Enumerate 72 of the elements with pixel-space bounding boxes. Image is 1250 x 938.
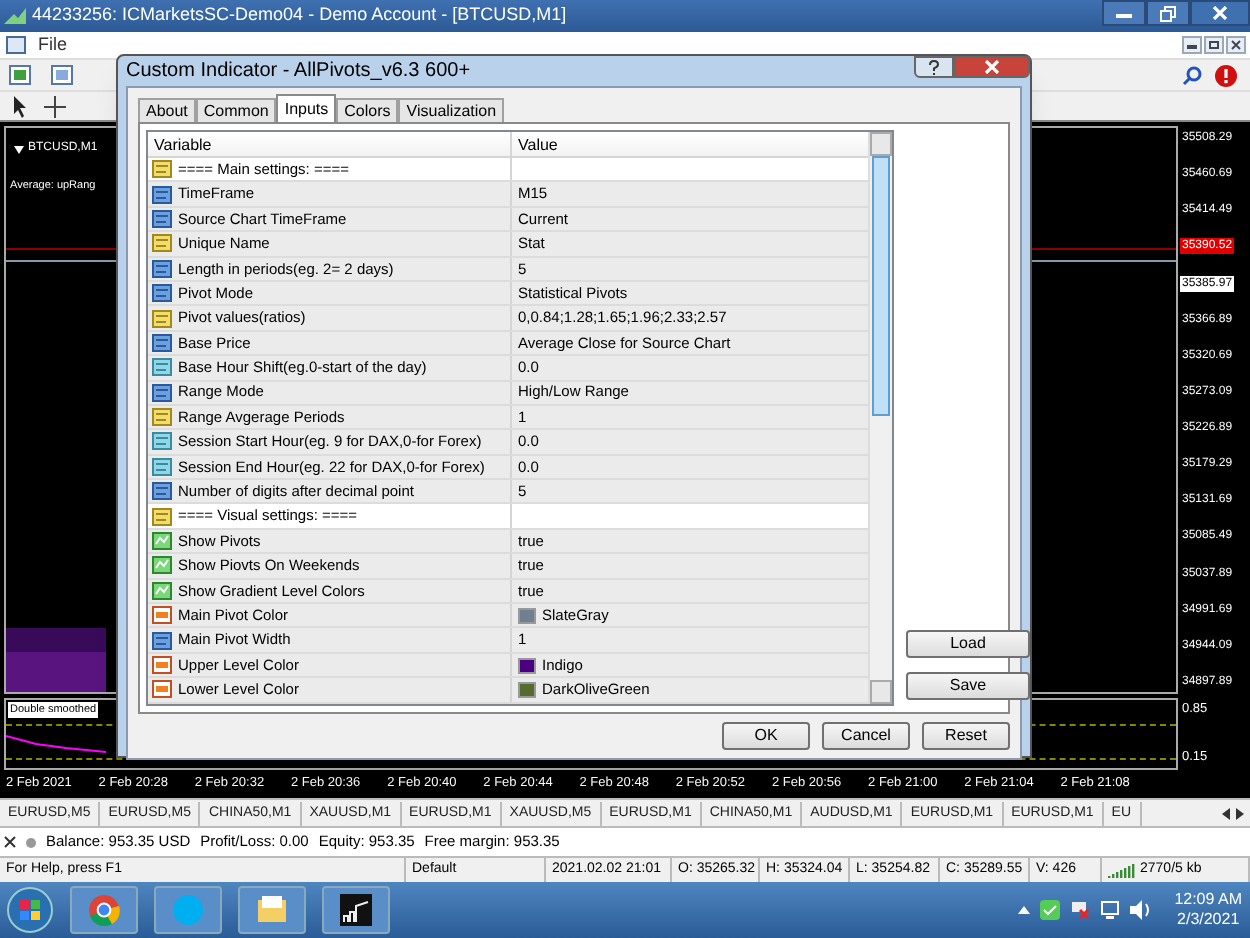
restore-icon[interactable] — [1204, 36, 1224, 54]
load-button[interactable]: Load — [906, 630, 1030, 658]
number-type-icon — [152, 631, 172, 650]
network-icon[interactable] — [1100, 900, 1121, 920]
minimize-button[interactable] — [1102, 0, 1146, 26]
list-type-icon — [152, 383, 172, 402]
column-header[interactable]: Variable — [148, 132, 512, 156]
clock-time[interactable]: 12:09 AM — [1174, 890, 1242, 910]
dialog-tab[interactable]: Colors — [336, 98, 399, 122]
window-title: 44233256: ICMarketsSC-Demo04 - Demo Account - [BTCUSD,M1] — [32, 2, 567, 29]
help-button[interactable] — [914, 56, 954, 78]
decimal-type-icon — [152, 457, 172, 476]
close-icon[interactable] — [4, 836, 16, 848]
ok-button[interactable]: OK — [722, 722, 810, 750]
close-button[interactable] — [1190, 0, 1250, 26]
column-header[interactable]: Value — [512, 132, 868, 156]
chart-type-icon — [152, 556, 172, 575]
folder-taskbar-icon[interactable] — [238, 886, 306, 934]
text-type-icon — [152, 309, 172, 328]
decimal-type-icon — [152, 358, 172, 377]
app-logo-icon — [4, 8, 26, 24]
number-type-icon — [152, 482, 172, 501]
dialog-tab[interactable]: Visualization — [398, 98, 505, 122]
profiles-icon[interactable] — [50, 63, 76, 87]
dialog-tab[interactable]: Common — [195, 98, 277, 122]
speaker-icon[interactable] — [1130, 900, 1153, 920]
list-type-icon — [152, 284, 172, 303]
dialog-tab[interactable]: About — [138, 98, 196, 122]
search-icon[interactable] — [1182, 65, 1202, 85]
list-type-icon — [152, 209, 172, 228]
text-type-icon — [152, 408, 172, 427]
save-button[interactable]: Save — [906, 672, 1030, 700]
shield-icon[interactable] — [1040, 900, 1061, 920]
maximize-button[interactable] — [1146, 0, 1190, 26]
crosshair-icon[interactable] — [44, 95, 66, 117]
palette-icon — [152, 606, 172, 625]
minimize-icon — [1116, 14, 1132, 18]
minimize-icon[interactable] — [1182, 36, 1202, 54]
close-button[interactable] — [954, 56, 1030, 78]
tray-expand-icon[interactable] — [1018, 906, 1031, 914]
decimal-type-icon — [152, 432, 172, 451]
reset-button[interactable]: Reset — [922, 722, 1010, 750]
text-type-icon — [152, 507, 172, 526]
scrollbar[interactable] — [868, 132, 892, 704]
cancel-button[interactable]: Cancel — [822, 722, 910, 750]
dialog-title: Custom Indicator - AllPivots_v6.3 600+ — [126, 58, 471, 86]
status-dot-icon — [26, 837, 36, 847]
scroll-right-icon[interactable] — [1236, 807, 1244, 819]
scroll-left-icon[interactable] — [1222, 807, 1230, 819]
restore-icon — [1160, 5, 1176, 21]
clock-date[interactable]: 2/3/2021 — [1177, 910, 1240, 930]
list-type-icon — [152, 333, 172, 352]
close-icon — [1212, 6, 1228, 20]
trading-app-taskbar-icon[interactable] — [322, 886, 390, 934]
question-icon — [928, 59, 940, 75]
close-icon[interactable] — [1226, 36, 1246, 54]
connection-bars-icon — [1108, 863, 1136, 877]
new-chart-icon[interactable] — [8, 63, 34, 87]
list-type-icon — [152, 185, 172, 204]
dialog-tab[interactable]: Inputs — [276, 94, 337, 122]
browser-taskbar-icon[interactable] — [70, 886, 138, 934]
chart-window-icon[interactable] — [6, 36, 26, 54]
start-button-icon[interactable] — [6, 886, 54, 934]
menu-item[interactable]: File — [38, 31, 68, 59]
chart-type-icon — [152, 581, 172, 600]
alert-icon[interactable] — [1214, 63, 1238, 87]
close-icon — [984, 60, 1000, 74]
text-type-icon — [152, 160, 172, 179]
dropdown-arrow-icon — [14, 145, 24, 153]
cursor-icon[interactable] — [12, 95, 28, 117]
text-type-icon — [152, 234, 172, 253]
number-type-icon — [152, 259, 172, 278]
